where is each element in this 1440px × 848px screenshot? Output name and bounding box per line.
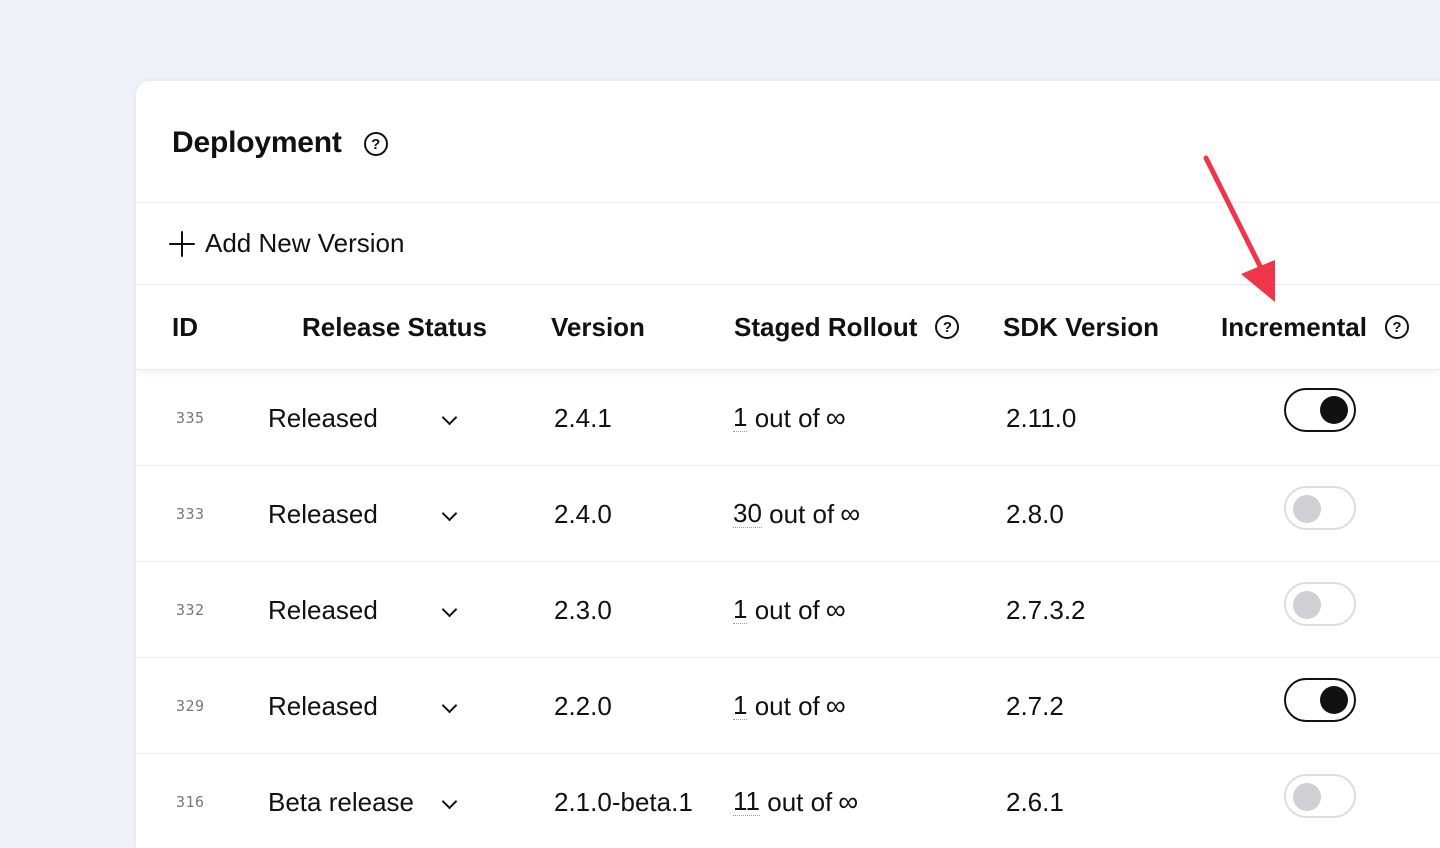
sdk-version-value: 2.7.2 — [1006, 690, 1064, 721]
version-value: 2.1.0-beta.1 — [554, 786, 693, 817]
release-status-value: Released — [268, 402, 378, 433]
chevron-down-icon[interactable] — [441, 793, 458, 810]
column-header-version: Version — [551, 285, 645, 369]
column-header-id-label: ID — [172, 311, 198, 342]
rollout-total: ∞ — [840, 498, 861, 529]
incremental-toggle[interactable] — [1284, 388, 1356, 432]
column-header-staged-rollout-label: Staged Rollout — [734, 311, 918, 342]
table-row: 333 Released 2.4.0 30 out of ∞ 2.8.0 — [136, 466, 1440, 562]
column-header-sdk-version: SDK Version — [1003, 285, 1159, 369]
rollout-count[interactable]: 30 — [733, 499, 762, 529]
rollout-total: ∞ — [825, 690, 846, 721]
rollout-suffix: out of — [754, 594, 820, 625]
release-status-value: Released — [268, 690, 378, 721]
plus-icon — [169, 230, 195, 257]
incremental-toggle[interactable] — [1284, 774, 1356, 818]
table-row: 332 Released 2.3.0 1 out of ∞ 2.7.3.2 — [136, 562, 1440, 658]
toggle-knob — [1320, 396, 1348, 424]
rollout-suffix: out of — [767, 786, 833, 817]
row-id: 332 — [176, 601, 205, 619]
incremental-toggle[interactable] — [1284, 582, 1356, 626]
table-header: ID Release Status Version Staged Rollout… — [136, 285, 1440, 370]
column-header-incremental: Incremental ? — [1221, 285, 1409, 369]
release-status-value: Released — [268, 594, 378, 625]
toggle-knob — [1293, 495, 1321, 523]
add-new-version-button[interactable]: Add New Version — [136, 203, 1440, 285]
help-icon[interactable]: ? — [935, 315, 960, 339]
column-header-release-status-label: Release Status — [302, 311, 487, 342]
rollout-count[interactable]: 1 — [733, 691, 748, 721]
version-value: 2.4.1 — [554, 402, 612, 433]
column-header-staged-rollout: Staged Rollout ? — [734, 285, 960, 369]
deployment-card: Deployment ? Add New Version ID Release … — [136, 81, 1440, 848]
chevron-down-icon[interactable] — [441, 601, 458, 618]
help-icon[interactable]: ? — [1384, 315, 1409, 339]
sdk-version-value: 2.6.1 — [1006, 786, 1064, 817]
toggle-knob — [1293, 783, 1321, 811]
rollout-suffix: out of — [754, 402, 820, 433]
table-row: 335 Released 2.4.1 1 out of ∞ 2.11.0 — [136, 370, 1440, 466]
page-title: Deployment — [172, 125, 342, 159]
staged-rollout-value: 11 out of ∞ — [733, 754, 858, 848]
rollout-suffix: out of — [754, 690, 820, 721]
column-header-sdk-version-label: SDK Version — [1003, 311, 1160, 342]
rollout-total: ∞ — [838, 786, 859, 817]
release-status-value: Released — [268, 498, 378, 529]
staged-rollout-value: 1 out of ∞ — [733, 658, 846, 754]
release-status-select[interactable]: Beta release — [268, 754, 468, 848]
table-row: 316 Beta release 2.1.0-beta.1 11 out of ∞… — [136, 754, 1440, 848]
rollout-total: ∞ — [825, 402, 846, 433]
version-value: 2.3.0 — [554, 594, 612, 625]
staged-rollout-value: 30 out of ∞ — [733, 466, 860, 562]
sdk-version-value: 2.8.0 — [1006, 498, 1064, 529]
help-icon[interactable]: ? — [363, 132, 388, 156]
release-status-select[interactable]: Released — [268, 466, 468, 562]
column-header-incremental-label: Incremental — [1221, 311, 1367, 342]
row-id: 316 — [176, 793, 205, 811]
row-id: 333 — [176, 505, 205, 523]
sdk-version-value: 2.11.0 — [1006, 402, 1077, 433]
version-value: 2.4.0 — [554, 498, 612, 529]
release-status-select[interactable]: Released — [268, 370, 468, 466]
sdk-version-value: 2.7.3.2 — [1006, 594, 1086, 625]
toggle-knob — [1293, 591, 1321, 619]
column-header-id: ID — [172, 285, 198, 369]
version-value: 2.2.0 — [554, 690, 612, 721]
rollout-count[interactable]: 11 — [733, 787, 760, 817]
release-status-value: Beta release — [268, 786, 414, 817]
card-header: Deployment ? — [136, 81, 1440, 203]
row-id: 329 — [176, 697, 205, 715]
release-status-select[interactable]: Released — [268, 658, 468, 754]
staged-rollout-value: 1 out of ∞ — [733, 562, 846, 658]
incremental-toggle[interactable] — [1284, 486, 1356, 530]
toggle-knob — [1320, 686, 1348, 714]
rollout-total: ∞ — [825, 594, 846, 625]
rollout-suffix: out of — [769, 498, 835, 529]
chevron-down-icon[interactable] — [441, 697, 458, 714]
row-id: 335 — [176, 409, 205, 427]
rollout-count[interactable]: 1 — [733, 403, 748, 433]
column-header-release-status: Release Status — [302, 285, 487, 369]
rollout-count[interactable]: 1 — [733, 595, 748, 625]
staged-rollout-value: 1 out of ∞ — [733, 370, 846, 466]
incremental-toggle[interactable] — [1284, 678, 1356, 722]
table-body: 335 Released 2.4.1 1 out of ∞ 2.11.0 333 … — [136, 370, 1440, 848]
table-row: 329 Released 2.2.0 1 out of ∞ 2.7.2 — [136, 658, 1440, 754]
chevron-down-icon[interactable] — [441, 409, 458, 426]
release-status-select[interactable]: Released — [268, 562, 468, 658]
column-header-version-label: Version — [551, 311, 645, 342]
add-new-version-label: Add New Version — [205, 228, 405, 258]
chevron-down-icon[interactable] — [441, 505, 458, 522]
